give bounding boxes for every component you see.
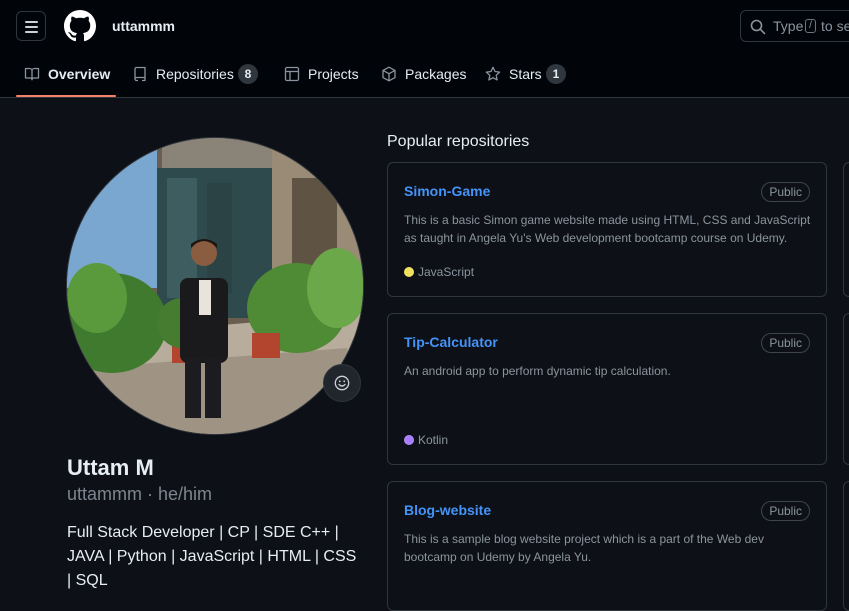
menu-button[interactable] [16, 11, 46, 41]
tab-projects[interactable]: Projects [284, 52, 364, 97]
stars-count-badge: 1 [546, 64, 566, 84]
repo-description: This is a sample blog website project wh… [404, 532, 764, 564]
repo-name-link[interactable]: Simon-Game [404, 183, 490, 199]
language-color-dot [404, 435, 414, 445]
book-icon [24, 67, 40, 81]
smiley-icon [334, 375, 350, 391]
repo-card: Blog-website Public This is a sample blo… [387, 481, 827, 611]
search-shortcut-key: / [805, 19, 816, 33]
avatar[interactable] [66, 137, 364, 435]
hamburger-icon-line [25, 26, 38, 28]
search-placeholder-prefix: Type [773, 18, 804, 34]
header-username[interactable]: uttammm [112, 18, 175, 34]
hamburger-icon [25, 21, 38, 23]
tab-overview[interactable]: Overview [24, 52, 110, 97]
github-logo-icon[interactable] [64, 10, 96, 42]
repo-card-edge [843, 481, 849, 611]
top-header: uttammm Type / to se [0, 0, 849, 52]
repositories-count-badge: 8 [238, 64, 258, 84]
package-icon [382, 66, 396, 82]
repo-icon [134, 66, 146, 82]
profile-tabs: Overview Repositories 8 Projects Package… [0, 52, 849, 98]
search-icon [750, 19, 766, 35]
repo-card: Tip-Calculator Public An android app to … [387, 313, 827, 465]
repo-name-link[interactable]: Blog-website [404, 502, 491, 518]
tab-packages-label: Packages [405, 66, 467, 82]
tab-stars-label: Stars [509, 66, 542, 82]
tab-packages[interactable]: Packages [381, 52, 467, 97]
tab-stars[interactable]: Stars 1 [485, 52, 570, 97]
tab-repositories[interactable]: Repositories 8 [132, 52, 262, 97]
profile-bio: Full Stack Developer | CP | SDE C++ | JA… [67, 524, 357, 589]
tab-repositories-label: Repositories [156, 66, 234, 82]
profile-full-name: Uttam M [67, 455, 154, 480]
repo-description: An android app to perform dynamic tip ca… [404, 364, 671, 378]
visibility-badge: Public [761, 501, 810, 521]
profile-handle-pronouns: uttammm · he/him [67, 484, 213, 504]
hamburger-icon-line [25, 31, 38, 33]
table-icon [284, 66, 300, 82]
repo-name-link[interactable]: Tip-Calculator [404, 334, 498, 350]
language-color-dot [404, 267, 414, 277]
search-placeholder-suffix: to se [821, 18, 849, 34]
search-input[interactable]: Type / to se [740, 10, 849, 42]
tab-overview-label: Overview [48, 66, 111, 82]
active-tab-indicator [16, 95, 116, 97]
repo-description: This is a basic Simon game website made … [404, 213, 811, 245]
repo-card-edge [843, 162, 849, 297]
repo-language-label: Kotlin [418, 433, 449, 447]
set-status-button[interactable] [323, 364, 361, 402]
star-icon [485, 66, 501, 81]
tab-projects-label: Projects [308, 66, 359, 82]
repo-card: Simon-Game Public This is a basic Simon … [387, 162, 827, 297]
visibility-badge: Public [761, 182, 810, 202]
repo-language-label: JavaScript [418, 265, 475, 279]
repo-card-edge [843, 313, 849, 465]
visibility-badge: Public [761, 333, 810, 353]
popular-repositories-heading: Popular repositories [387, 133, 530, 150]
repo-language: Kotlin [404, 433, 448, 447]
repo-language: JavaScript [404, 265, 474, 279]
avatar-photo [67, 138, 363, 434]
